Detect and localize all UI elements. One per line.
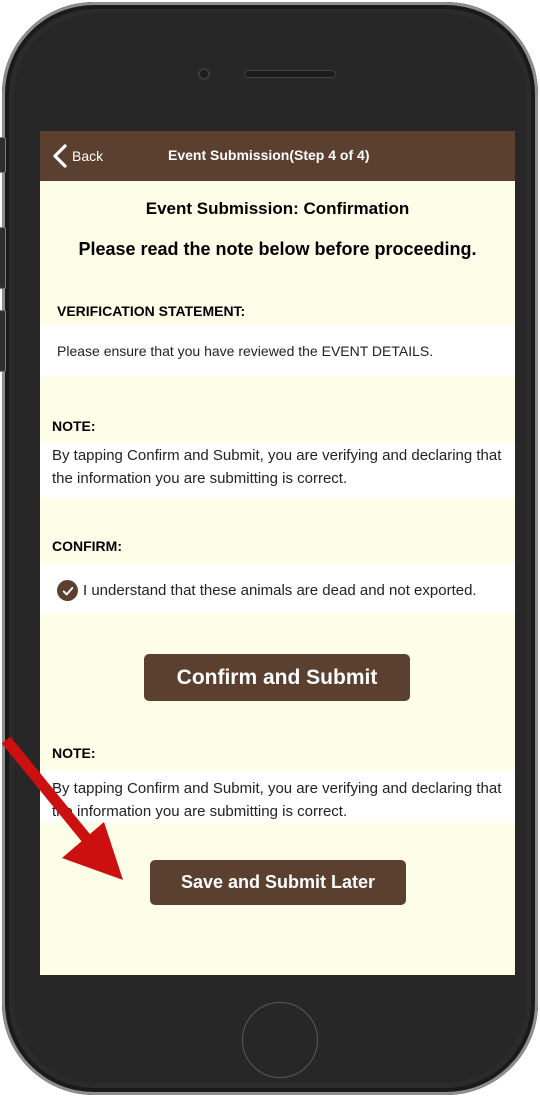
back-label: Back bbox=[72, 148, 104, 164]
checkmark-icon bbox=[62, 586, 73, 595]
save-and-submit-later-button[interactable]: Save and Submit Later bbox=[150, 860, 406, 905]
volume-down-button bbox=[0, 310, 6, 372]
app-screen: Back Event Submission(Step 4 of 4) Event… bbox=[40, 131, 515, 975]
nav-title: Event Submission(Step 4 of 4) bbox=[168, 147, 370, 163]
back-button[interactable]: Back bbox=[52, 143, 103, 169]
note-label-2: NOTE: bbox=[52, 745, 96, 761]
note-label: NOTE: bbox=[52, 418, 96, 434]
home-button[interactable] bbox=[242, 1002, 318, 1078]
mute-switch bbox=[0, 137, 6, 173]
volume-up-button bbox=[0, 227, 6, 289]
verification-label: VERIFICATION STATEMENT: bbox=[57, 303, 246, 319]
note-text: By tapping Confirm and Submit, you are v… bbox=[52, 447, 502, 487]
verification-text: Please ensure that you have reviewed the… bbox=[57, 343, 434, 359]
note-text-2: By tapping Confirm and Submit, you are v… bbox=[52, 780, 502, 820]
earpiece-speaker bbox=[244, 70, 336, 78]
nav-bar: Back Event Submission(Step 4 of 4) bbox=[40, 131, 515, 181]
page-title: Event Submission: Confirmation bbox=[145, 199, 410, 218]
confirm-and-submit-button[interactable]: Confirm and Submit bbox=[144, 654, 410, 701]
page-subtitle: Please read the note below before procee… bbox=[78, 239, 477, 259]
confirm-checkbox[interactable] bbox=[57, 580, 78, 601]
confirm-label: CONFIRM: bbox=[52, 538, 122, 554]
front-camera bbox=[198, 68, 210, 80]
chevron-left-icon bbox=[53, 144, 67, 168]
confirm-checkbox-label[interactable]: I understand that these animals are dead… bbox=[83, 579, 513, 602]
